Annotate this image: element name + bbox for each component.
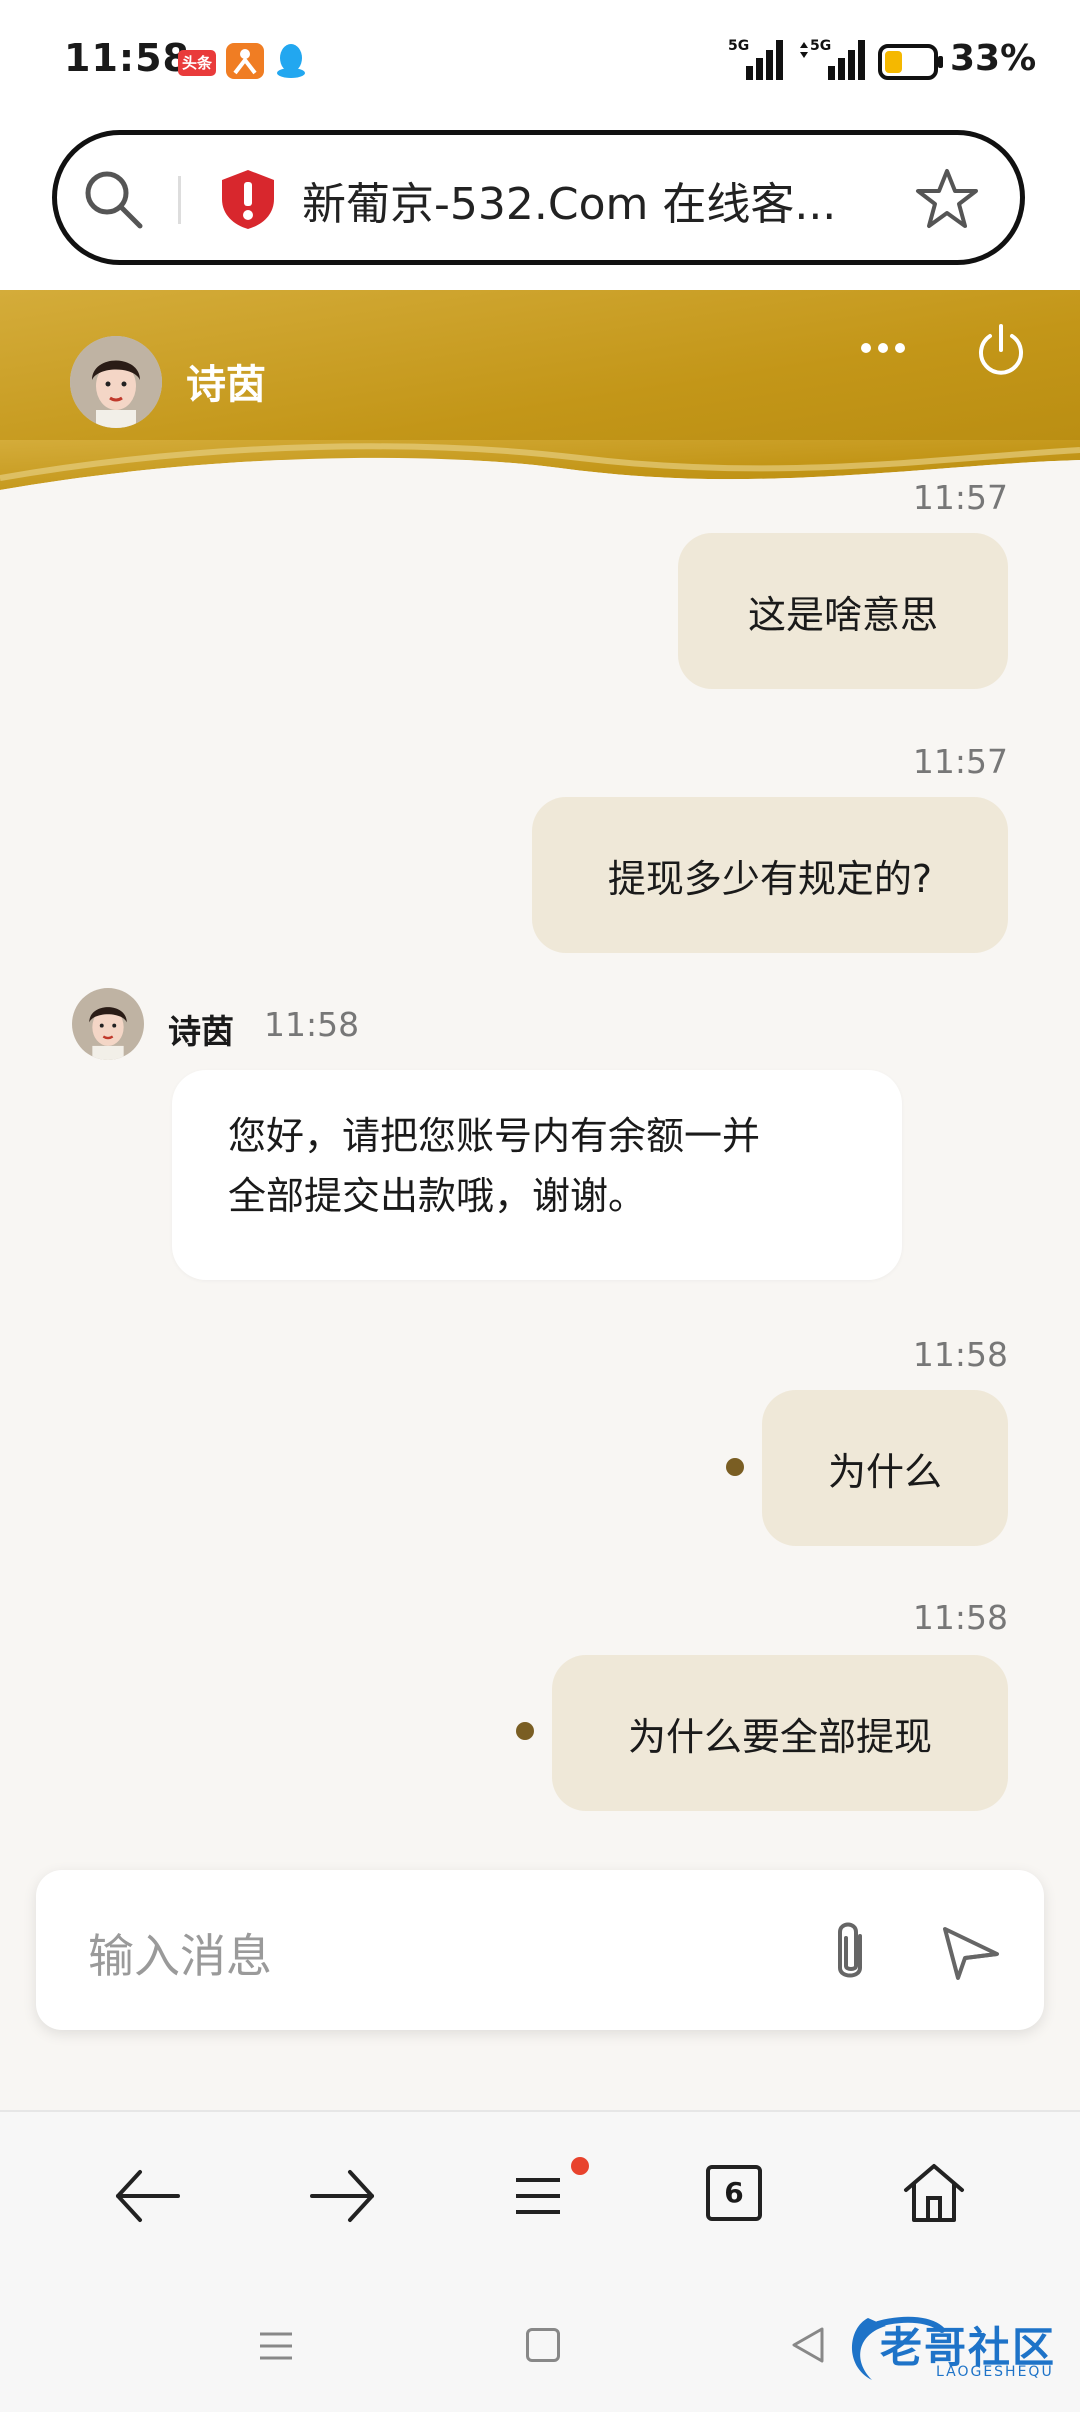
outgoing-message[interactable]: 这是啥意思 (678, 533, 1008, 689)
system-back-icon[interactable] (790, 2325, 826, 2365)
signal-icon-2: 5G (796, 36, 866, 82)
message-timestamp: 11:58 (264, 1005, 360, 1044)
watermark-subtext: LAOGESHEQU (936, 2364, 1054, 2380)
star-bookmark-icon[interactable] (914, 166, 980, 232)
message-text: 提现多少有规定的? (607, 856, 933, 901)
message-timestamp: 11:57 (912, 478, 1008, 517)
message-timestamp: 11:58 (912, 1335, 1008, 1374)
tab-count: 6 (724, 2176, 744, 2209)
outgoing-message[interactable]: 为什么要全部提现 (552, 1655, 1008, 1811)
power-icon[interactable] (975, 322, 1027, 376)
agent-avatar[interactable] (70, 336, 162, 428)
message-text-line: 您好，请把您账号内有余额一并 (228, 1114, 761, 1158)
security-shield-icon[interactable] (218, 167, 278, 231)
address-divider (178, 176, 181, 224)
svg-text:5G: 5G (810, 38, 831, 54)
chat-header (0, 290, 1080, 500)
sending-status-dot (516, 1722, 534, 1740)
signal-icon: 5G (728, 36, 784, 82)
status-time: 11:58 (64, 36, 190, 80)
svg-text:5G: 5G (728, 38, 749, 54)
url-title[interactable]: 新葡京-532.Com 在线客... (302, 168, 836, 232)
send-icon[interactable] (940, 1924, 1002, 1982)
app-orange-icon (226, 43, 264, 79)
sender-name: 诗茵 (168, 1012, 234, 1051)
system-home-icon[interactable] (526, 2328, 560, 2362)
back-arrow-icon[interactable] (112, 2166, 182, 2226)
outgoing-message[interactable]: 为什么 (762, 1390, 1008, 1546)
incoming-message[interactable]: 您好，请把您账号内有余额一并 全部提交出款哦，谢谢。 (172, 1070, 902, 1280)
outgoing-message[interactable]: 提现多少有规定的? (532, 797, 1008, 953)
search-icon[interactable] (82, 168, 144, 230)
attachment-icon[interactable] (822, 1918, 878, 1988)
battery-percent: 33% (950, 38, 1037, 79)
agent-name-header: 诗茵 (186, 362, 266, 408)
message-text: 为什么 (827, 1449, 942, 1494)
message-input[interactable]: 输入消息 (88, 1920, 272, 1986)
tabs-button[interactable]: 6 (706, 2165, 762, 2221)
sending-status-dot (726, 1458, 744, 1476)
toutiao-icon: 头条 (178, 50, 216, 76)
system-recents-icon[interactable] (258, 2328, 294, 2364)
home-icon[interactable] (900, 2160, 968, 2226)
menu-icon[interactable] (512, 2170, 568, 2220)
more-options-icon[interactable] (858, 338, 908, 358)
message-timestamp: 11:58 (912, 1598, 1008, 1637)
qq-icon (275, 42, 307, 80)
message-text: 这是啥意思 (747, 592, 938, 637)
forward-arrow-icon[interactable] (308, 2166, 378, 2226)
notification-dot (571, 2157, 589, 2175)
message-timestamp: 11:57 (912, 742, 1008, 781)
message-text: 为什么要全部提现 (627, 1714, 932, 1759)
message-text-line: 全部提交出款哦，谢谢。 (228, 1174, 647, 1218)
sender-avatar[interactable] (72, 988, 144, 1060)
battery-icon (878, 44, 944, 80)
